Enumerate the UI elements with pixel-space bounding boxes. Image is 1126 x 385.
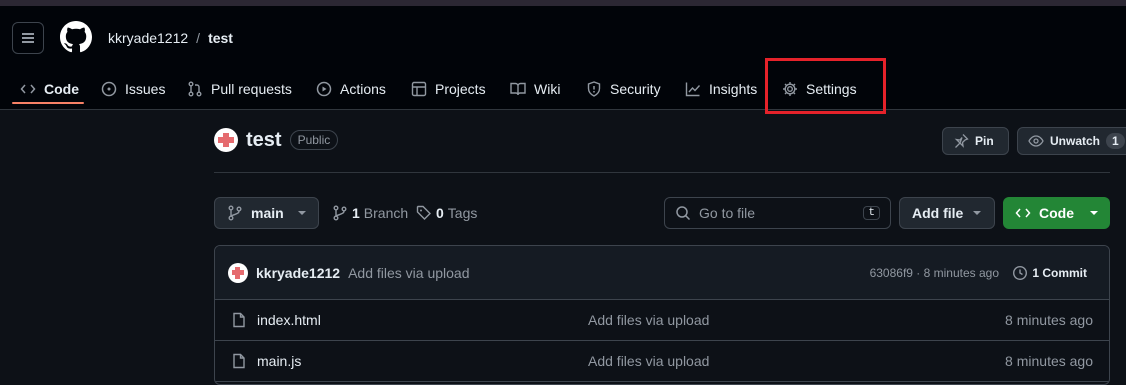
repo-owner-avatar <box>214 128 238 152</box>
tab-insights[interactable]: Insights <box>685 68 757 110</box>
pin-icon <box>954 134 969 148</box>
tab-issues[interactable]: Issues <box>101 68 165 110</box>
repo-title-bar: test Public <box>214 128 339 152</box>
file-commit-message[interactable]: Add files via upload <box>588 353 709 369</box>
breadcrumb-owner[interactable]: kkryade1212 <box>108 30 188 46</box>
commit-author-avatar[interactable] <box>228 262 248 283</box>
tab-actions-label: Actions <box>340 81 386 97</box>
hamburger-icon <box>22 37 34 39</box>
branch-name: main <box>251 205 284 221</box>
breadcrumb-separator: / <box>196 30 201 46</box>
issue-opened-icon <box>101 81 117 97</box>
search-icon <box>676 206 691 221</box>
tab-projects-label: Projects <box>435 81 486 97</box>
code-icon <box>1015 208 1031 218</box>
file-icon <box>233 312 245 328</box>
chevron-down-icon <box>297 211 306 215</box>
keyboard-shortcut-hint: t <box>863 206 880 220</box>
git-branch-icon <box>333 205 347 221</box>
repo-nav-tabs: Code Issues Pull requests Actions Projec… <box>0 68 1126 110</box>
settings-highlight-box <box>765 58 886 114</box>
commit-author[interactable]: kkryade1212 <box>256 265 340 281</box>
branches-count: 1 <box>352 205 360 221</box>
file-commit-date: 8 minutes ago <box>1005 312 1093 328</box>
file-commit-date: 8 minutes ago <box>1005 353 1093 369</box>
latest-commit-row: kkryade1212 Add files via upload 63086f9… <box>215 246 1109 300</box>
go-to-file-search[interactable]: t <box>664 197 891 229</box>
tab-insights-label: Insights <box>709 81 758 97</box>
unwatch-label: Unwatch <box>1050 134 1101 148</box>
shield-icon <box>587 81 601 97</box>
repo-header: kkryade1212 / test Code Issues Pull requ… <box>0 6 1126 110</box>
branches-link[interactable]: 1 Branch <box>332 205 408 221</box>
tab-issues-label: Issues <box>125 81 166 97</box>
chevron-down-icon <box>1090 211 1098 215</box>
tags-label: Tags <box>447 205 478 221</box>
eye-icon <box>1028 135 1044 147</box>
tab-security[interactable]: Security <box>586 68 661 110</box>
tab-projects[interactable]: Projects <box>411 68 486 110</box>
tags-count: 0 <box>436 205 444 221</box>
visibility-badge: Public <box>289 130 339 150</box>
commit-message[interactable]: Add files via upload <box>348 265 469 281</box>
pin-label: Pin <box>975 134 994 148</box>
code-dropdown-button[interactable]: Code <box>1003 197 1110 229</box>
table-row[interactable]: index.html Add files via upload 8 minute… <box>215 300 1109 341</box>
file-name[interactable]: index.html <box>257 312 321 328</box>
add-file-button[interactable]: Add file <box>899 197 995 229</box>
repo-name[interactable]: test <box>246 129 282 152</box>
commits-link[interactable]: 1 Commit <box>1012 265 1087 281</box>
file-browser: kkryade1212 Add files via upload 63086f9… <box>214 245 1110 385</box>
active-tab-indicator <box>12 102 84 104</box>
breadcrumb-repo[interactable]: test <box>208 30 233 46</box>
branch-select-button[interactable]: main <box>214 197 319 229</box>
book-icon <box>510 82 526 96</box>
commit-meta[interactable]: 63086f9 · 8 minutes ago <box>870 266 999 280</box>
tab-wiki-label: Wiki <box>534 81 561 97</box>
code-button-label: Code <box>1039 205 1074 221</box>
tab-pull-requests-label: Pull requests <box>211 81 292 97</box>
chevron-down-icon <box>973 211 982 215</box>
tab-code-label: Code <box>44 81 79 97</box>
section-divider <box>214 172 1110 173</box>
go-to-file-input[interactable] <box>699 205 849 221</box>
pin-button[interactable]: Pin <box>942 127 1009 155</box>
unwatch-button[interactable]: Unwatch 1 <box>1017 127 1126 155</box>
add-file-label: Add file <box>912 205 964 221</box>
code-icon <box>20 84 36 94</box>
tab-pull-requests[interactable]: Pull requests <box>187 68 292 110</box>
tab-wiki[interactable]: Wiki <box>510 68 560 110</box>
git-pull-request-icon <box>188 81 202 97</box>
tags-link[interactable]: 0 Tags <box>416 205 477 221</box>
table-icon <box>411 81 427 97</box>
commits-count-label: 1 Commit <box>1032 265 1087 280</box>
graph-icon <box>685 82 701 97</box>
history-icon <box>1013 265 1028 280</box>
tab-security-label: Security <box>610 81 661 97</box>
git-branch-icon <box>228 205 242 221</box>
file-name[interactable]: main.js <box>257 353 301 369</box>
github-logo-icon[interactable] <box>60 21 92 53</box>
file-commit-message[interactable]: Add files via upload <box>588 312 709 328</box>
file-icon <box>233 353 245 369</box>
play-icon <box>316 81 332 97</box>
branches-label: Branch <box>363 205 409 221</box>
menu-button[interactable] <box>12 22 44 54</box>
breadcrumb: kkryade1212 / test <box>108 30 233 46</box>
tag-icon <box>416 205 431 220</box>
tab-actions[interactable]: Actions <box>316 68 386 110</box>
watch-count: 1 <box>1106 133 1125 149</box>
